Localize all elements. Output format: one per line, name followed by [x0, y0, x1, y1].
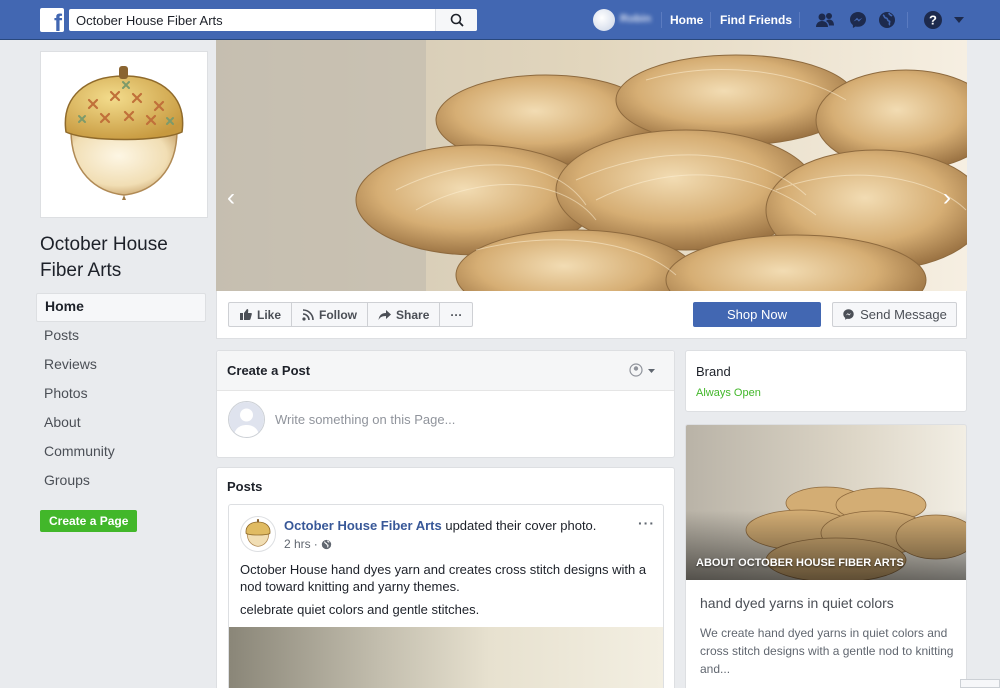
shop-now-button[interactable]: Shop Now	[693, 302, 821, 327]
find-friends-link[interactable]: Find Friends	[720, 13, 792, 27]
send-message-label: Send Message	[860, 307, 947, 322]
user-avatar[interactable]	[593, 9, 615, 31]
brand-info-card: Brand Always Open	[685, 350, 967, 412]
acorn-icon	[245, 519, 271, 547]
help-icon[interactable]: ?	[923, 10, 943, 30]
search-input[interactable]	[69, 9, 435, 31]
composer-avatar	[228, 401, 265, 438]
messenger-icon[interactable]	[848, 10, 868, 30]
nav-divider	[799, 12, 800, 28]
caret-down-icon[interactable]	[952, 13, 966, 27]
nav-divider	[907, 12, 908, 28]
share-button[interactable]: Share	[368, 303, 441, 326]
create-post-title: Create a Post	[217, 351, 674, 391]
post-time-text: 2 hrs	[284, 537, 311, 551]
about-card: ABOUT OCTOBER HOUSE FIBER ARTS hand dyed…	[685, 424, 967, 688]
action-button-group: Like Follow Share ···	[228, 302, 474, 327]
top-navigation-bar: f Robin Home Find Friends ?	[0, 0, 1000, 40]
sidebar-item-posts[interactable]: Posts	[36, 322, 206, 351]
post-as-selector[interactable]	[629, 363, 656, 377]
sidebar-item-home[interactable]: Home	[36, 293, 206, 322]
user-name-link[interactable]: Robin	[620, 13, 651, 25]
sidebar-item-community[interactable]: Community	[36, 438, 206, 467]
post-author-avatar[interactable]	[240, 516, 276, 552]
post-body: October House hand dyes yarn and creates…	[240, 561, 655, 618]
follow-label: Follow	[319, 307, 358, 322]
create-post-card: Create a Post Write something on this Pa…	[216, 350, 675, 458]
like-label: Like	[257, 307, 282, 322]
globe-icon[interactable]	[877, 10, 897, 30]
chat-tab-edge[interactable]	[960, 679, 1000, 688]
search-icon	[450, 13, 464, 27]
cover-photo[interactable]: ‹ ›	[216, 40, 967, 291]
svg-text:?: ?	[929, 13, 937, 28]
cover-next-arrow[interactable]: ›	[943, 186, 951, 210]
post-paragraph: October House hand dyes yarn and creates…	[240, 562, 647, 594]
about-caption: ABOUT OCTOBER HOUSE FIBER ARTS	[696, 557, 904, 569]
rss-icon	[302, 308, 314, 321]
acorn-icon	[64, 66, 184, 200]
post-composer-input[interactable]: Write something on this Page...	[275, 412, 455, 427]
about-heading[interactable]: hand dyed yarns in quiet colors	[700, 595, 894, 611]
default-avatar-icon	[229, 402, 264, 437]
page-title[interactable]: October House Fiber Arts	[40, 232, 210, 284]
cover-yarn-image	[216, 40, 967, 291]
sidebar-item-reviews[interactable]: Reviews	[36, 351, 206, 380]
brand-category-label: Brand	[696, 364, 731, 379]
post-timestamp[interactable]: 2 hrs ·	[284, 537, 332, 551]
page-profile-picture[interactable]	[40, 51, 208, 218]
post-more-options-icon[interactable]: ···	[638, 515, 655, 531]
sidebar-item-photos[interactable]: Photos	[36, 380, 206, 409]
post-action-text: updated their cover photo.	[445, 518, 597, 533]
post-author-link[interactable]: October House Fiber Arts	[284, 518, 442, 533]
nav-divider	[661, 12, 662, 28]
home-link[interactable]: Home	[670, 13, 703, 27]
nav-divider	[710, 12, 711, 28]
globe-icon	[321, 539, 331, 549]
share-label: Share	[396, 307, 430, 322]
sidebar-item-groups[interactable]: Groups	[36, 467, 206, 496]
page-action-bar: Like Follow Share ··· Shop Now Send Mess…	[216, 291, 967, 339]
share-arrow-icon	[378, 309, 392, 320]
posts-card: Posts October House Fiber Arts updated t…	[216, 467, 675, 688]
posts-section-title: Posts	[227, 479, 263, 494]
follow-button[interactable]: Follow	[292, 303, 369, 326]
messenger-icon	[843, 309, 854, 320]
create-page-button[interactable]: Create a Page	[40, 510, 138, 532]
about-description: We create hand dyed yarns in quiet color…	[700, 626, 954, 676]
open-status-text: Always Open	[696, 387, 761, 399]
search-bar	[69, 9, 477, 31]
like-button[interactable]: Like	[229, 303, 293, 326]
about-image[interactable]: ABOUT OCTOBER HOUSE FIBER ARTS	[686, 425, 966, 580]
sidebar-item-about[interactable]: About	[36, 409, 206, 438]
post-header: October House Fiber Arts updated their c…	[284, 518, 596, 533]
profile-circle-icon	[629, 363, 643, 377]
cover-prev-arrow[interactable]: ‹	[227, 186, 235, 210]
page-navigation: Home Posts Reviews Photos About Communit…	[36, 293, 206, 496]
facebook-logo-icon[interactable]: f	[40, 8, 64, 32]
search-button[interactable]	[435, 9, 477, 31]
caret-down-icon	[648, 368, 655, 373]
post-item: October House Fiber Arts updated their c…	[228, 504, 664, 688]
more-options-button[interactable]: ···	[440, 303, 472, 326]
post-paragraph: celebrate quiet colors and gentle stitch…	[240, 602, 480, 617]
thumbs-up-icon	[240, 309, 252, 320]
friends-icon[interactable]	[815, 10, 835, 30]
dot-separator: ·	[313, 537, 318, 551]
send-message-button[interactable]: Send Message	[832, 302, 957, 327]
post-cover-image[interactable]	[229, 627, 663, 688]
